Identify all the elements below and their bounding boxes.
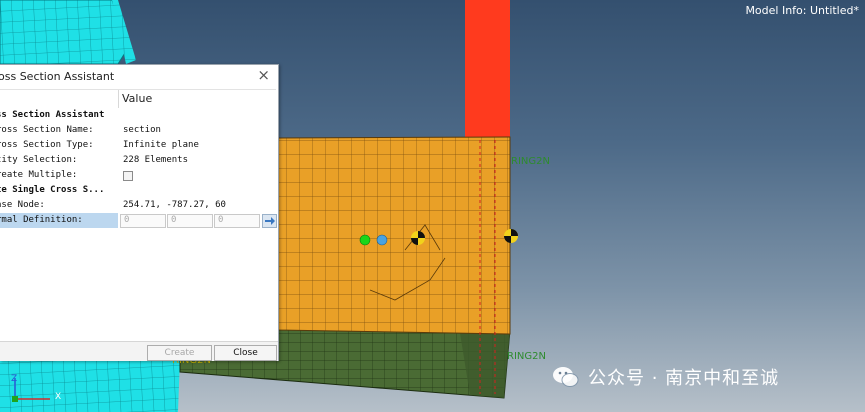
- model-info-label: Model Info: Untitled*: [745, 4, 859, 17]
- arrow-right-icon[interactable]: [262, 214, 277, 228]
- column-divider: [118, 90, 119, 108]
- property-row-base-node[interactable]: ase Node: 254.71, -787.27, 60: [0, 198, 276, 213]
- axis-x-label: X: [55, 392, 62, 402]
- dialog-title: oss Section Assistant: [0, 70, 115, 83]
- node-marker-green: [359, 234, 371, 246]
- close-button[interactable]: Close: [214, 345, 277, 361]
- property-value[interactable]: section: [123, 125, 161, 135]
- normal-z-field[interactable]: 0: [214, 214, 260, 228]
- property-value[interactable]: 254.71, -787.27, 60: [123, 200, 226, 210]
- property-label: ross Section Name:: [0, 125, 94, 135]
- watermark: 公众号 · 南京中和至诚: [552, 363, 779, 391]
- create-button[interactable]: Create: [147, 345, 212, 361]
- value-column-header: Value: [122, 92, 153, 105]
- cyan-mesh-bottom: [0, 358, 180, 412]
- property-row-name[interactable]: ross Section Name: section: [0, 123, 276, 138]
- cross-section-assistant-dialog[interactable]: oss Section Assistant × Value ss Section…: [0, 64, 279, 361]
- cross-section-marker-icon: [411, 231, 425, 245]
- normal-y-field[interactable]: 0: [167, 214, 213, 228]
- normal-x-value: 0: [124, 215, 130, 225]
- axis-z-label: Z: [11, 374, 18, 384]
- red-pillar: [465, 0, 510, 140]
- property-row-type[interactable]: ross Section Type: Infinite plane: [0, 138, 276, 153]
- group-row-cross-section-assistant[interactable]: ss Section Assistant: [0, 108, 276, 123]
- property-grid-header: Value: [0, 89, 276, 109]
- property-value[interactable]: 228 Elements: [123, 155, 188, 165]
- group-row-create-single[interactable]: te Single Cross S...: [0, 183, 276, 198]
- cyan-mesh-top: [0, 0, 129, 65]
- group-label: te Single Cross S...: [0, 185, 105, 195]
- watermark-text: 公众号 · 南京中和至诚: [588, 368, 780, 389]
- close-icon[interactable]: ×: [257, 67, 270, 83]
- normal-x-field[interactable]: 0: [120, 214, 166, 228]
- property-label: ross Section Type:: [0, 140, 94, 150]
- property-row-create-multiple[interactable]: reate Multiple:: [0, 168, 276, 183]
- dialog-titlebar[interactable]: oss Section Assistant ×: [0, 65, 278, 87]
- property-label: tity Selection:: [0, 155, 78, 165]
- normal-y-value: 0: [171, 215, 177, 225]
- wechat-icon: [553, 367, 579, 387]
- spring-label-bottom-right: RING2N: [507, 351, 546, 362]
- property-row-normal-definition[interactable]: rmal Definition: 0 0 0: [0, 213, 277, 228]
- orange-plate: [277, 136, 511, 335]
- node-marker-blue: [376, 234, 388, 246]
- group-label: ss Section Assistant: [0, 110, 105, 120]
- graphics-viewport[interactable]: Model Info: Untitled* RING2N RING2N RING…: [0, 0, 865, 412]
- property-label: rmal Definition:: [0, 215, 83, 225]
- property-label: ase Node:: [0, 200, 45, 210]
- dialog-footer: Create Close: [0, 341, 278, 361]
- normal-z-value: 0: [218, 215, 224, 225]
- cross-section-marker-icon: [504, 229, 518, 243]
- property-value[interactable]: Infinite plane: [123, 140, 199, 150]
- create-multiple-checkbox[interactable]: [123, 171, 133, 181]
- property-label: reate Multiple:: [0, 170, 78, 180]
- spring-label-top: RING2N: [511, 156, 550, 167]
- property-row-entity-selection[interactable]: tity Selection: 228 Elements: [0, 153, 276, 168]
